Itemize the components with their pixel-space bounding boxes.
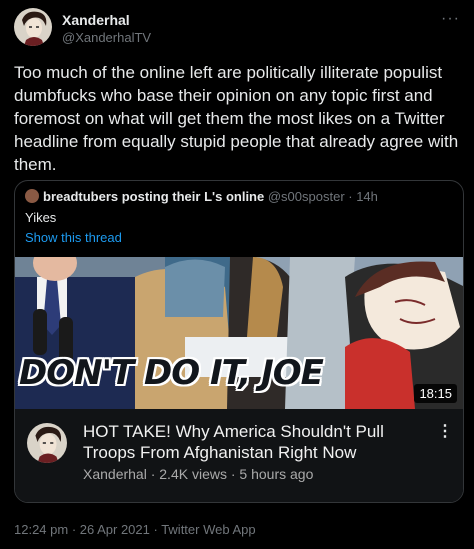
video-meta: Xanderhal · 2.4K views · 5 hours ago — [83, 466, 314, 482]
quoted-author-name[interactable]: breadtubers posting their L's online — [43, 189, 264, 204]
channel-avatar[interactable] — [27, 423, 67, 463]
quoted-author-avatar — [25, 189, 39, 203]
tweet-timestamp[interactable]: 12:24 pm · 26 Apr 2021 · Twitter Web App — [14, 522, 256, 537]
show-thread-link[interactable]: Show this thread — [25, 230, 122, 245]
author-avatar[interactable] — [14, 8, 52, 46]
video-info-card[interactable]: HOT TAKE! Why America Shouldn't Pull Tro… — [15, 409, 463, 502]
video-menu-icon[interactable]: ⋮ — [437, 421, 453, 441]
tweet-text: Too much of the online left are politica… — [14, 63, 459, 174]
video-thumbnail[interactable]: DON'T DO IT, JOE 18:15 — [15, 257, 463, 409]
more-options-icon[interactable]: ··· — [441, 10, 460, 28]
tweet-header: Xanderhal @XanderhalTV ··· — [14, 8, 460, 48]
quoted-tweet[interactable]: breadtubers posting their L's online @s0… — [14, 180, 464, 503]
quoted-tweet-text: Yikes — [25, 210, 57, 225]
video-title[interactable]: HOT TAKE! Why America Shouldn't Pull Tro… — [83, 421, 423, 463]
video-duration-badge: 18:15 — [414, 384, 457, 403]
author-name[interactable]: Xanderhal — [62, 12, 130, 28]
thumbnail-title-text: DON'T DO IT, JOE — [19, 353, 324, 393]
quoted-author-handle: @s00sposter · 14h — [267, 189, 378, 204]
author-handle[interactable]: @XanderhalTV — [62, 30, 151, 45]
quoted-tweet-header: breadtubers posting their L's online @s0… — [25, 189, 378, 204]
